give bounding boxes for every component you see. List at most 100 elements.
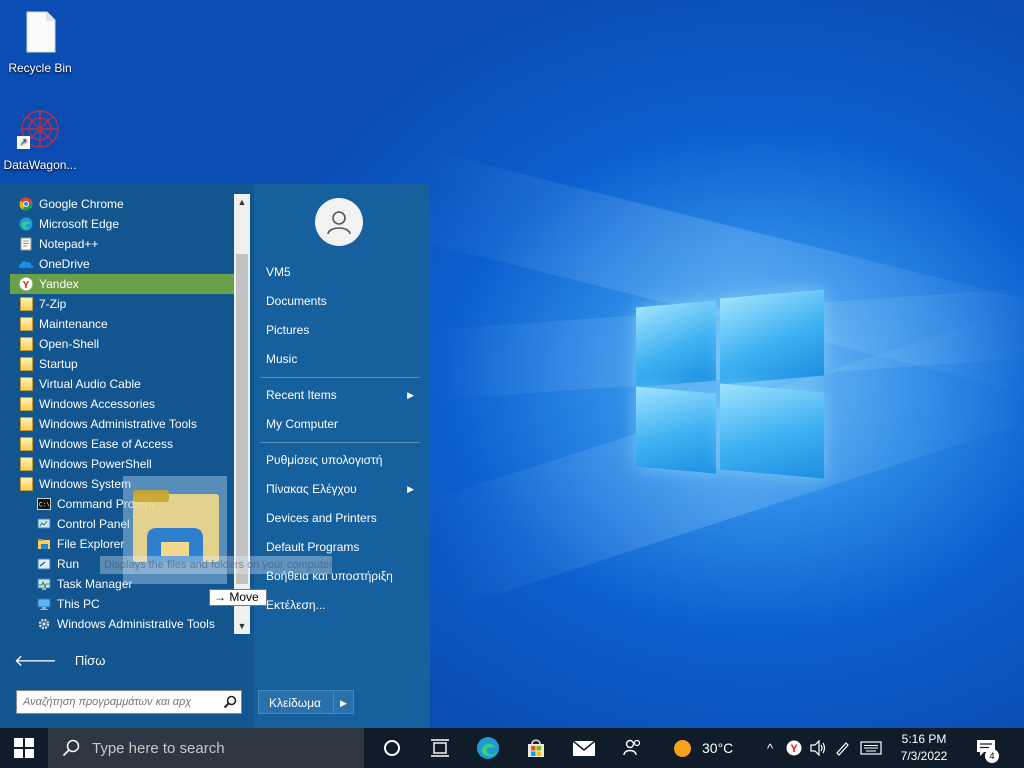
program-item[interactable]: Windows Administrative Tools [10,614,234,634]
program-item[interactable]: Windows Ease of Access [10,434,234,454]
program-label: Virtual Audio Cable [39,377,141,391]
program-label: This PC [57,597,100,611]
program-label: Startup [39,357,78,371]
program-search-box[interactable] [16,690,242,714]
program-search-input[interactable] [23,692,223,712]
program-label: Open-Shell [39,337,100,351]
chevron-right-icon: ▶ [407,390,414,400]
user-folder-item[interactable]: VM5 [266,261,418,283]
lock-button[interactable]: Κλείδωμα [258,690,334,714]
notepadpp-icon [18,236,34,252]
mail-taskbar-button[interactable] [560,728,608,768]
edge-taskbar-button[interactable] [464,728,512,768]
program-label: File Explorer [57,537,125,551]
folder-icon [18,436,34,452]
run-item[interactable]: Εκτέλεση... [266,594,418,616]
store-taskbar-button[interactable] [512,728,560,768]
program-item[interactable]: Y Yandex [10,274,234,294]
back-button[interactable]: 🡐 Πίσω [14,650,105,671]
shutdown-options-chevron-icon[interactable]: ▶ [334,690,354,714]
lock-button-group: Κλείδωμα ▶ [258,690,354,714]
program-label: Windows PowerShell [39,457,152,471]
yandex-tray-icon[interactable]: Y [782,728,806,768]
programs-panel: Google Chrome Microsoft Edge Notepad++ OneD… [0,184,254,728]
recent-items-item[interactable]: Recent Items ▶ [266,384,418,406]
separator [260,442,420,443]
clock[interactable]: 5:16 PM 7/3/2022 [888,731,960,765]
windows-start-icon [14,738,34,758]
desktop-icon-datawagon[interactable]: ↗ DataWagon... [0,106,80,172]
weather-temperature: 30°C [702,740,734,756]
taskbar-search-box[interactable]: Type here to search [48,728,364,768]
arrow-right-icon: → [214,590,226,604]
svg-text:C:\: C:\ [39,502,50,509]
program-item[interactable]: Startup [10,354,234,374]
sun-icon [674,739,691,757]
mail-icon [572,740,596,756]
program-label: Windows Administrative Tools [39,417,197,431]
control-panel-icon [36,516,52,532]
program-item[interactable]: OneDrive [10,254,234,274]
admin-tools-icon [36,616,52,632]
program-item[interactable]: Virtual Audio Cable [10,374,234,394]
default-programs-item[interactable]: Default Programs [266,536,418,558]
pc-settings-item[interactable]: Ρυθμίσεις υπολογιστή [266,449,418,471]
program-item[interactable]: 7-Zip [10,294,234,314]
yandex-icon: Y [18,276,34,292]
scroll-down-icon[interactable]: ▼ [234,618,250,634]
search-icon[interactable] [223,695,237,709]
my-computer-item[interactable]: My Computer [266,413,418,435]
keyboard-icon[interactable] [854,728,888,768]
drag-move-indicator: → Move [209,589,267,606]
program-item[interactable]: Microsoft Edge [10,214,234,234]
program-label: Windows Ease of Access [39,437,174,451]
weather-widget[interactable]: 30°C [674,739,754,757]
people-taskbar-button[interactable] [608,728,656,768]
program-item[interactable]: Windows Administrative Tools [10,414,234,434]
documents-item[interactable]: Documents [266,290,418,312]
scroll-up-icon[interactable]: ▲ [234,194,250,210]
cmd-icon: C:\ [36,496,52,512]
user-icon [327,211,351,235]
folder-icon [18,336,34,352]
pictures-item[interactable]: Pictures [266,319,418,341]
scrollbar-thumb[interactable] [236,254,248,584]
program-item[interactable]: Windows Accessories [10,394,234,414]
task-view-button[interactable] [416,728,464,768]
places-panel: VM5 Documents Pictures Music Recent Item… [258,184,430,728]
store-icon [528,739,544,757]
start-button[interactable] [0,728,48,768]
show-hidden-icons-chevron-icon[interactable]: ^ [758,728,782,768]
program-item[interactable]: Open-Shell [10,334,234,354]
program-item[interactable]: Notepad++ [10,234,234,254]
people-icon [623,739,641,756]
desktop-icon-recycle-bin[interactable]: Recycle Bin [0,10,80,75]
folder-icon [18,356,34,372]
folder-icon [18,296,34,312]
user-avatar[interactable] [315,198,363,246]
devices-printers-item[interactable]: Devices and Printers [266,507,418,529]
program-label: Yandex [39,277,79,291]
program-item[interactable]: This PC [10,594,234,614]
svg-text:Y: Y [23,280,30,291]
cortana-button[interactable] [368,728,416,768]
program-item[interactable]: Maintenance [10,314,234,334]
program-label: Maintenance [39,317,108,331]
program-label: Notepad++ [39,237,99,251]
chrome-icon [18,196,34,212]
action-center-button[interactable]: 4 [968,728,1004,768]
notification-count-badge: 4 [985,749,999,763]
music-item[interactable]: Music [266,348,418,370]
task-view-icon [431,739,449,757]
program-item[interactable]: Windows PowerShell [10,454,234,474]
program-label: Windows Accessories [39,397,156,411]
folder-icon [18,316,34,332]
arrow-left-icon: 🡐 [14,653,57,670]
taskbar: Type here to search 30°C ^ Y 5:16 PM 7/3… [0,728,1024,768]
pen-workspace-icon[interactable] [830,728,854,768]
edge-icon [18,216,34,232]
program-item[interactable]: Google Chrome [10,194,234,214]
program-label: OneDrive [39,257,90,271]
volume-icon[interactable] [806,728,830,768]
control-panel-item[interactable]: Πίνακας Ελέγχου ▶ [266,478,418,500]
